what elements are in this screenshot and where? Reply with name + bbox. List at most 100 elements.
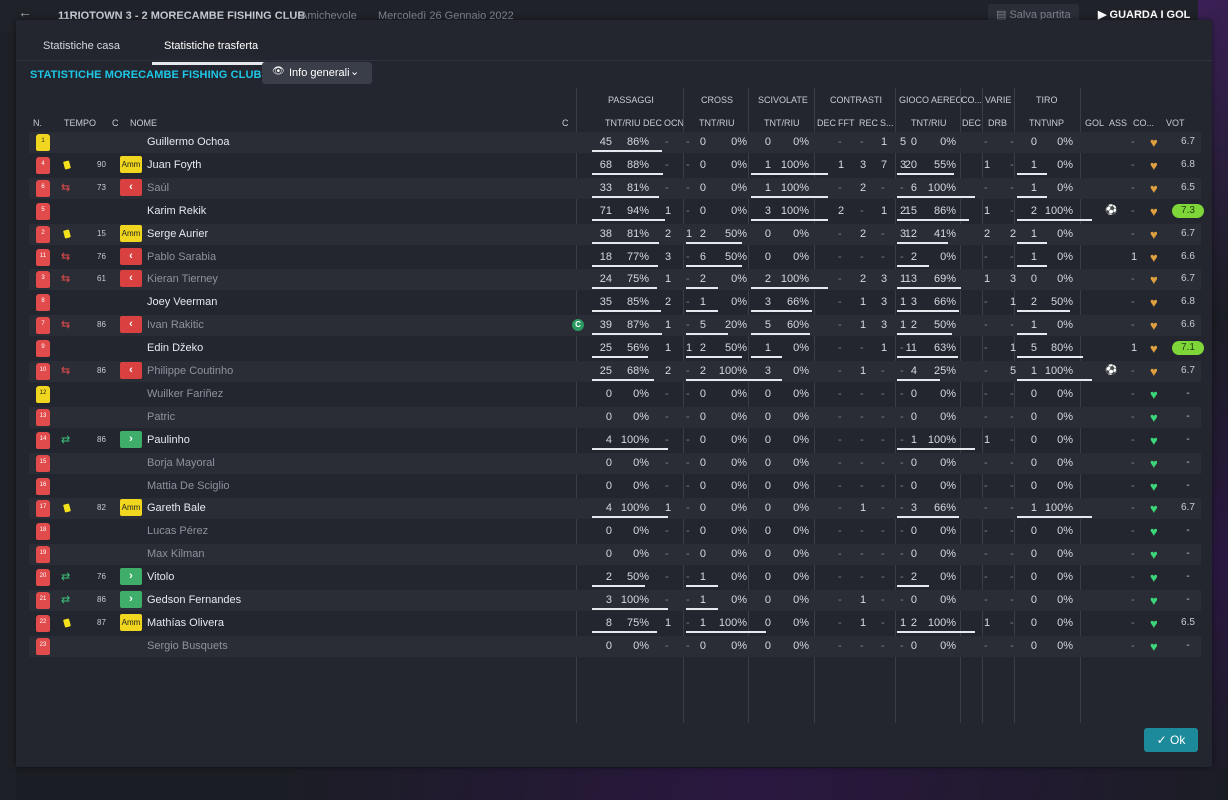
table-row[interactable]: 14 ⇄ 86 › Paulinho 4 100% - -0 0% 0 0% - - - -1 100% 1-0 0… — [29, 430, 1201, 451]
co-dec: - — [984, 525, 988, 538]
col-header-c2[interactable]: C — [562, 118, 569, 128]
table-row[interactable]: 19 Max Kilman 0 0% - -0 0% 0 0% - - - -0 0% - -0 0% - ♥ - — [29, 544, 1201, 566]
crosses-attempts: 0 — [699, 204, 706, 217]
player-rating: - — [1186, 456, 1190, 468]
col-header-con-s[interactable]: S... — [880, 118, 894, 128]
condition-heart-icon: ♥ — [1150, 272, 1158, 288]
table-row[interactable]: 17 82 Amm Gareth Bale 4 100% 1-0 0% 0 0% -1- -3 66% -… — [29, 498, 1201, 520]
player-name[interactable]: Borja Mayoral — [147, 457, 215, 469]
player-name[interactable]: Joey Veerman — [147, 296, 217, 308]
col-header-pass-dec[interactable]: DEC — [643, 118, 662, 128]
col-header-co-dec[interactable]: DEC — [962, 118, 981, 128]
player-name[interactable]: Mathías Olivera — [147, 617, 224, 629]
aerial-percent: 63% — [933, 342, 956, 355]
player-name[interactable]: Vitolo — [147, 571, 174, 583]
table-row[interactable]: 16 Mattia De Sciglio 0 0% - -0 0% 0 0% - - - -0 0% - -0… — [29, 476, 1201, 497]
con-dec: - — [838, 456, 842, 469]
player-name[interactable]: Lucas Pérez — [147, 525, 208, 537]
col-header-con-fft[interactable]: FFT — [838, 118, 855, 128]
player-name[interactable]: Max Kilman — [147, 548, 204, 560]
col-header-aereo-tnt[interactable]: TNT/RIU — [911, 118, 947, 128]
player-name[interactable]: Karim Rekik — [147, 205, 206, 217]
table-row[interactable]: 2 15 Amm Serge Aurier 38 81% 2 1 2 50% 0 0% -2-3 12 41… — [29, 223, 1201, 245]
col-header-n[interactable]: N. — [33, 118, 42, 128]
table-row[interactable]: 13 Patric 0 0% - -0 0% 0 0% - - - -0 0% - -0 0% - ♥ - — [29, 406, 1201, 428]
table-row[interactable]: 3 ⇆ 61 ‹ Kieran Tierney 24 75% 1-2 0% 2 100% -2 3 1 13… — [29, 269, 1201, 291]
table-row[interactable]: 11 ⇆ 76 ‹ Pablo Sarabia 18 77% 3-6 50% 0 0% - - - -2 0%… — [29, 247, 1201, 268]
col-header-gol[interactable]: GOL — [1085, 118, 1104, 128]
crosses-attempts: 0 — [699, 525, 706, 538]
table-row[interactable]: 5 Karim Rekik 71 94% 1-0 0% 3 100% 2-1 2 15 86% 1-2 1… — [29, 201, 1204, 222]
player-name[interactable]: Pablo Sarabia — [147, 251, 216, 263]
view-dropdown[interactable]: 👁 Info generali ⌄ — [262, 62, 372, 84]
table-row[interactable]: 12 Wuilker Fariñez 0 0% - -0 0% 0 0% - - - -0 0% - -0 0%… — [29, 384, 1201, 405]
con-rec: - — [881, 639, 885, 652]
table-row[interactable]: 23 Sergio Busquets 0 0% - -0 0% 0 0% - - - -0 0% - -0 0%… — [29, 635, 1201, 657]
table-row[interactable]: 20 ⇄ 76 › Vitolo 2 50% - -1 0% 0 0% - - - -2 0% - -0 0% - ♥ - — [29, 567, 1201, 588]
table-row[interactable]: 9 Edin Džeko 25 56% 1 1 2 50% 1 0% - -1-11 63% -1 5 80%… — [29, 338, 1204, 359]
col-header-ass[interactable]: ASS — [1109, 118, 1127, 128]
col-header-co2[interactable]: CO... — [1133, 118, 1154, 128]
passes-percent: 87% — [626, 319, 649, 332]
col-header-nome[interactable]: NOME — [130, 118, 157, 128]
player-name[interactable]: Gareth Bale — [147, 502, 206, 514]
col-header-tiro[interactable]: TNT\INP — [1029, 118, 1064, 128]
col-header-con-rec[interactable]: REC — [859, 118, 878, 128]
player-name[interactable]: Saúl — [147, 182, 169, 194]
player-name[interactable]: Serge Aurier — [147, 228, 208, 240]
col-header-pass-tnt[interactable]: TNT/RIU — [605, 118, 641, 128]
col-header-sciv-tnt[interactable]: TNT/RIU — [764, 118, 800, 128]
co-dec: - — [984, 456, 988, 469]
player-name[interactable]: Philippe Coutinho — [147, 365, 233, 377]
table-row[interactable]: 18 Lucas Pérez 0 0% - -0 0% 0 0% - - - -0 0% - -0 0% - ♥ - — [29, 521, 1201, 542]
player-name[interactable]: Mattia De Sciglio — [147, 480, 230, 492]
player-name[interactable]: Guillermo Ochoa — [147, 136, 230, 148]
player-name[interactable]: Paulinho — [147, 434, 190, 446]
col-header-cross-tnt[interactable]: TNT/RIU — [699, 118, 735, 128]
player-name[interactable]: Kieran Tierney — [147, 273, 218, 285]
col-header-c[interactable]: C — [112, 118, 119, 128]
table-row[interactable]: 22 87 Amm Mathías Olivera 8 75% 1-1 100% 0 0% -1-1… — [29, 613, 1201, 634]
player-name[interactable]: Wuilker Fariñez — [147, 388, 223, 400]
tab-home-stats[interactable]: Statistiche casa — [43, 40, 120, 52]
pass-dec: - — [665, 456, 669, 469]
player-name[interactable]: Sergio Busquets — [147, 640, 228, 652]
pass-dec: 2 — [665, 227, 672, 240]
dribbles: - — [1010, 387, 1014, 400]
table-row[interactable]: 8 Joey Veerman 35 85% 2-1 0% 3 66% -1 3 1 3 66% -1 2 50… — [29, 292, 1201, 313]
passes-percent: 81% — [626, 181, 649, 194]
con-dec: - — [838, 319, 842, 332]
shots-percent: 0% — [1057, 639, 1073, 652]
table-row[interactable]: 15 Borja Mayoral 0 0% - -0 0% 0 0% - - - -0 0% - -0 0% - ♥… — [29, 452, 1201, 474]
player-name[interactable]: Juan Foyth — [147, 159, 201, 171]
pass-dec: 3 — [665, 250, 672, 263]
col-header-vot[interactable]: VOT — [1166, 118, 1185, 128]
table-row[interactable]: 1 Guillermo Ochoa 45 86% - -0 0% 0 0% - -1 5 0 0% - -0 0… — [29, 132, 1201, 153]
tackles-attempts: 1 — [764, 181, 771, 194]
back-arrow-icon[interactable]: ← — [18, 4, 32, 20]
col-header-tempo[interactable]: TEMPO — [64, 118, 96, 128]
tab-away-stats[interactable]: Statistiche trasferta — [151, 40, 271, 65]
player-name[interactable]: Patric — [147, 411, 175, 423]
ok-button[interactable]: ✓ Ok — [1144, 728, 1198, 752]
table-row[interactable]: 4 90 Amm Juan Foyth 68 88% - -0 0% 1 100% 1 3 7 3 20 55%… — [29, 155, 1201, 176]
tackles-percent: 60% — [786, 319, 809, 332]
table-row[interactable]: 10 ⇆ 86 ‹ Philippe Coutinho 25 68% 2-2 100% 3 0% -1… — [29, 361, 1201, 382]
co-dec: 1 — [984, 204, 991, 217]
player-name[interactable]: Ivan Rakitic — [147, 319, 204, 331]
player-name[interactable]: Edin Džeko — [147, 342, 203, 354]
col-header-con-dec[interactable]: DEC — [817, 118, 836, 128]
s-value: - — [900, 342, 904, 355]
table-row[interactable]: 21 ⇄ 86 › Gedson Fernandes 3 100% - -1 0% 0 0% -1- -0… — [29, 590, 1201, 611]
col-header-pass-ocn[interactable]: OCN — [664, 118, 684, 128]
player-name[interactable]: Gedson Fernandes — [147, 594, 241, 606]
col-header-drb[interactable]: DRB — [988, 118, 1007, 128]
tackles-percent: 0% — [793, 227, 809, 240]
table-row[interactable]: 6 ⇆ 73 ‹ Saúl 33 81% - -0 0% 1 100% -2- -6 100% - -1 0% - ♥… — [29, 177, 1201, 199]
s-value: 5 — [900, 136, 907, 148]
table-row[interactable]: 7 ⇆ 86 ‹ Ivan Rakitic C 39 87% 1-5 20% 5 60% -1 3 1 2 50… — [29, 315, 1201, 337]
s-value: - — [900, 250, 904, 263]
shirt-number-icon: 12 — [36, 385, 50, 403]
tackles-attempts: 2 — [764, 273, 771, 286]
con-rec: 7 — [881, 158, 888, 171]
